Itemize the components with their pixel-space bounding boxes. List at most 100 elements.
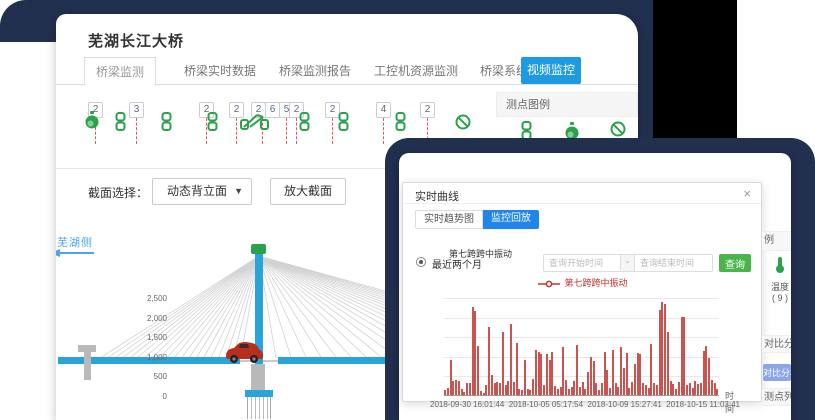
strip-point-list-header: 测点列表 bbox=[762, 388, 791, 406]
temperature-count: ( 9 ) bbox=[769, 293, 791, 303]
tab-ipc-resource-monitor[interactable]: 工控机资源监测 bbox=[374, 57, 458, 85]
y-axis-tick: 2,500 bbox=[133, 294, 167, 303]
dialog-title: 实时曲线 bbox=[415, 188, 459, 204]
chart-bar bbox=[565, 380, 567, 395]
chart-bar bbox=[584, 389, 586, 395]
chart-bar bbox=[579, 387, 581, 395]
chain-icon[interactable] bbox=[114, 112, 127, 136]
bridge-pier bbox=[251, 364, 265, 390]
chart-bar bbox=[659, 310, 661, 396]
tab-bridge-realtime-data[interactable]: 桥梁实时数据 bbox=[184, 57, 256, 85]
tab-bridge-monitoring[interactable]: 桥梁监测 bbox=[84, 57, 156, 86]
tower-sensor-icon[interactable] bbox=[251, 244, 266, 254]
chart-bar bbox=[582, 382, 584, 395]
chart-gridline bbox=[444, 318, 719, 319]
tab-realtime-trend[interactable]: 实时趋势图 bbox=[415, 210, 483, 229]
radio-last-two-months[interactable] bbox=[416, 257, 426, 267]
close-icon[interactable]: × bbox=[743, 186, 751, 201]
chart-bar bbox=[692, 388, 694, 395]
chart-bar bbox=[529, 390, 531, 396]
bridge-piles bbox=[247, 397, 271, 419]
sensor-dashed-line bbox=[296, 118, 297, 144]
tab-bridge-monitor-report[interactable]: 桥梁监测报告 bbox=[279, 57, 351, 85]
chart-bar bbox=[705, 346, 707, 395]
chart-bar bbox=[587, 372, 589, 396]
chart-bar bbox=[543, 385, 545, 395]
dialog-header: 实时曲线 × bbox=[403, 183, 761, 204]
chart-bar bbox=[452, 381, 454, 395]
chart-bar bbox=[455, 380, 457, 395]
temperature-item[interactable]: 温度 ( 9 ) bbox=[769, 256, 791, 303]
chart-bar bbox=[510, 324, 512, 395]
left-arrow-icon bbox=[56, 248, 96, 258]
chart-bar bbox=[516, 343, 518, 395]
chart-gridline bbox=[444, 337, 719, 338]
sensor-count-badge[interactable]: 2 bbox=[420, 102, 435, 118]
chart-bar bbox=[483, 393, 485, 395]
page-title: 芜湖长江大桥 bbox=[88, 30, 184, 51]
chart-bar bbox=[521, 390, 523, 395]
section-select-dropdown[interactable]: 动态背立面 ▼ bbox=[152, 178, 252, 205]
chart-bar bbox=[494, 383, 496, 395]
chart-bar bbox=[667, 332, 669, 396]
chart-bar bbox=[664, 304, 666, 395]
chart-bar bbox=[628, 388, 630, 395]
chart-gridline bbox=[444, 298, 719, 299]
chart-bar bbox=[689, 383, 691, 396]
chart-bar bbox=[623, 368, 625, 395]
chart-bar bbox=[458, 381, 460, 396]
chart-bar bbox=[708, 358, 710, 395]
chain-icon[interactable] bbox=[298, 112, 311, 136]
chain-icon[interactable] bbox=[337, 112, 350, 136]
chart-bar bbox=[700, 383, 702, 396]
chart-x-axis: 2018-09-30 16:01:442018-10-05 05:17:5420… bbox=[430, 400, 740, 409]
sensor-count-badge[interactable]: 4 bbox=[376, 102, 391, 118]
screen: 芜湖长江大桥 桥梁监测 桥梁实时数据 桥梁监测报告 工控机资源监测 桥梁系统报警… bbox=[0, 0, 815, 420]
chart-bar bbox=[681, 317, 683, 395]
stopwatch-icon[interactable] bbox=[84, 110, 100, 135]
chain-icon[interactable] bbox=[160, 112, 173, 136]
chart-bar bbox=[524, 360, 526, 395]
end-time-input[interactable] bbox=[635, 254, 713, 272]
chart-bar bbox=[639, 354, 641, 395]
y-axis-tick: 0 bbox=[133, 392, 167, 401]
dialog-tabbar: 实时趋势图 监控回放 bbox=[415, 210, 539, 229]
chart-bar bbox=[532, 379, 534, 396]
tab-monitor-playback[interactable]: 监控回放 bbox=[483, 210, 539, 229]
query-button[interactable]: 查询 bbox=[719, 254, 751, 272]
chain-icon[interactable] bbox=[394, 112, 407, 136]
sensor-count-badge[interactable]: 3 bbox=[129, 102, 144, 118]
chart-bar bbox=[615, 383, 617, 396]
no-entry-icon[interactable] bbox=[455, 114, 471, 135]
chart-bar bbox=[463, 392, 465, 395]
bridge-abutment-column bbox=[84, 352, 91, 380]
chain-icon[interactable] bbox=[206, 112, 219, 136]
chart-bar bbox=[694, 381, 696, 395]
chart-bar bbox=[606, 370, 608, 396]
chart-bar bbox=[675, 389, 677, 395]
y-axis-tick: 1,500 bbox=[133, 333, 167, 342]
x-axis-tick: 2018-09-30 16:01:44 bbox=[430, 400, 504, 409]
sensor-dashed-line bbox=[236, 118, 237, 144]
chart-bar bbox=[450, 360, 452, 395]
chart-x-axis-label: 时间 bbox=[725, 389, 734, 415]
section-select-value: 动态背立面 bbox=[167, 184, 227, 198]
chart-bar bbox=[711, 380, 713, 395]
chart-gridline bbox=[444, 376, 719, 377]
chart-bar bbox=[620, 347, 622, 395]
temperature-label: 温度 bbox=[769, 280, 791, 293]
chart-bar bbox=[645, 385, 647, 395]
date-range-separator: - bbox=[621, 254, 635, 272]
chart-bar bbox=[499, 383, 501, 396]
chart-bar bbox=[612, 350, 614, 395]
enlarge-section-button[interactable]: 放大截面 bbox=[270, 178, 346, 205]
y-axis-tick: 2,000 bbox=[133, 314, 167, 323]
compare-analysis-button[interactable]: 对比分析 bbox=[763, 364, 791, 381]
start-time-input[interactable] bbox=[543, 254, 621, 272]
chart-bar bbox=[568, 389, 570, 395]
x-axis-tick: 2018-10-05 05:17:54 bbox=[509, 400, 583, 409]
chart-bar bbox=[714, 383, 716, 396]
crane-icon[interactable] bbox=[240, 107, 272, 136]
video-monitor-button[interactable]: 视频监控 bbox=[521, 57, 581, 84]
sensor-dashed-line bbox=[332, 118, 333, 144]
